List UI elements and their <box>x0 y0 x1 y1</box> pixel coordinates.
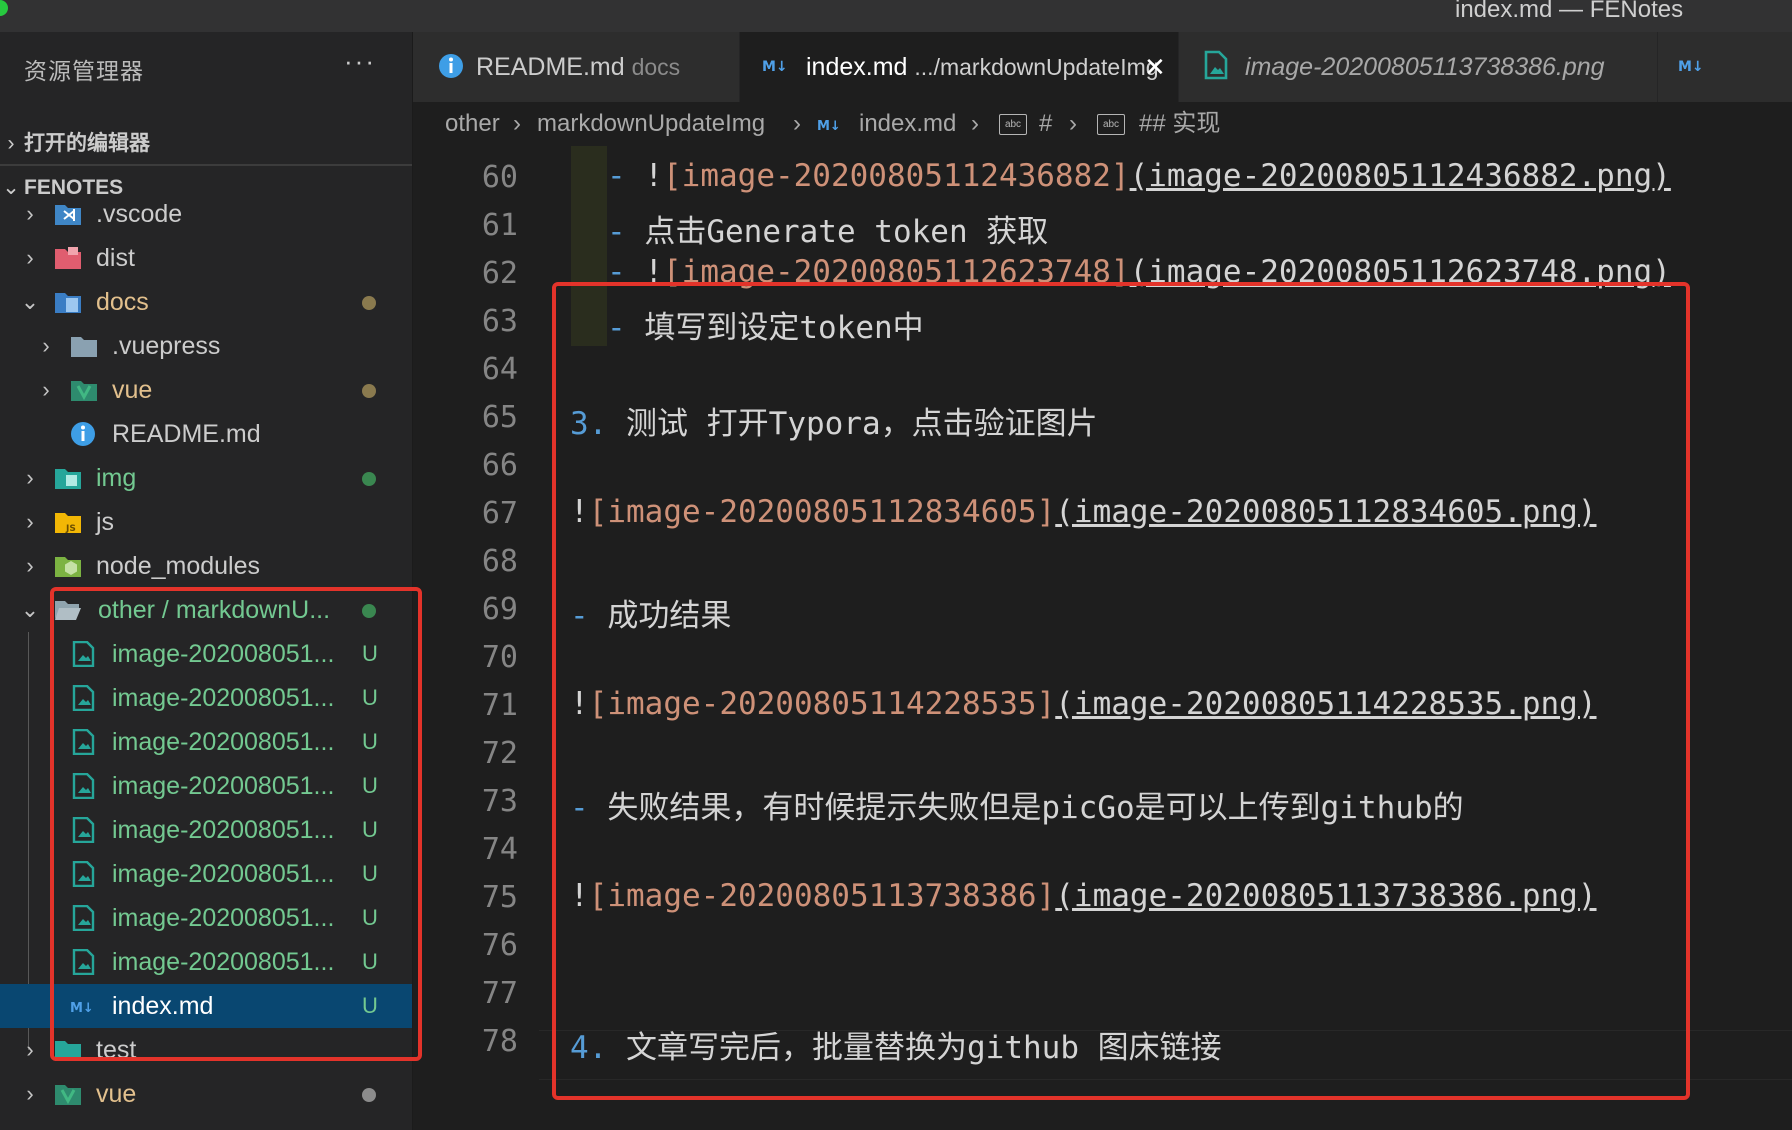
breadcrumb-file[interactable]: index.md <box>859 102 956 146</box>
chevron-right-icon: › <box>26 1037 34 1062</box>
chevron-right-icon: › <box>971 110 979 137</box>
folder-icon <box>71 337 97 357</box>
node-folder-icon <box>55 557 81 577</box>
window-title: index.md — FENotes <box>1455 0 1684 23</box>
tree-item-vue[interactable]: › vue <box>0 1072 412 1116</box>
vue-folder-icon <box>71 381 97 401</box>
line-number: 67 <box>481 496 518 531</box>
js-folder-icon: JS <box>55 513 81 534</box>
markdown-icon: M↓ <box>1678 59 1704 75</box>
line-number: 72 <box>481 736 518 771</box>
title-bar: index.md — FENotes <box>0 0 1792 32</box>
tree-item-vue-docs[interactable]: › vue <box>0 368 412 412</box>
chevron-right-icon: › <box>1069 110 1077 137</box>
tree-item-img[interactable]: › img <box>0 456 412 500</box>
annotation-box-code <box>552 282 1690 1100</box>
line-number: 73 <box>481 784 518 819</box>
chevron-right-icon: › <box>42 333 50 358</box>
info-icon <box>439 54 463 78</box>
breadcrumb-heading1[interactable]: # <box>1039 102 1052 146</box>
tab-readme[interactable]: README.md docs <box>413 32 740 102</box>
chevron-right-icon: › <box>42 377 50 402</box>
breadcrumb: other › markdownUpdateImg › M↓ index.md … <box>413 102 1792 146</box>
editor-tabs: README.md docs M↓ index.md .../markdownU… <box>413 32 1792 102</box>
code-line[interactable]: - 点击Generate token 获取 <box>607 206 1048 251</box>
image-file-icon <box>1204 50 1228 80</box>
chevron-right-icon: › <box>793 110 801 137</box>
info-icon <box>71 422 95 446</box>
line-number: 77 <box>481 976 518 1011</box>
code-line[interactable]: - ![image-20200805112436882](image-20200… <box>607 158 1671 194</box>
line-number: 71 <box>481 688 518 723</box>
tree-item-vuepress[interactable]: › .vuepress <box>0 324 412 368</box>
chevron-right-icon: › <box>26 1081 34 1106</box>
tree-item-js[interactable]: › JS js <box>0 500 412 544</box>
chevron-down-icon: ⌄ <box>20 289 40 314</box>
annotation-box-files <box>50 587 422 1061</box>
line-number: 64 <box>481 352 518 387</box>
line-number: 70 <box>481 640 518 675</box>
line-number: 63 <box>481 304 518 339</box>
svg-text:M↓: M↓ <box>1678 59 1704 75</box>
docs-folder-icon <box>55 293 81 313</box>
chevron-right-icon: › <box>7 132 15 155</box>
tree-item-vscode[interactable]: › .vscode <box>0 192 412 236</box>
svg-text:M↓: M↓ <box>762 59 788 75</box>
markdown-icon: M↓ <box>817 119 841 134</box>
symbol-string-icon: abc <box>999 114 1027 135</box>
image-folder-icon <box>55 469 81 489</box>
tab-index-md[interactable]: M↓ index.md .../markdownUpdateImg ✕ <box>740 32 1179 102</box>
svg-text:JS: JS <box>65 524 76 534</box>
tree-item-node-modules[interactable]: › node_modules <box>0 544 412 588</box>
line-number: 75 <box>481 880 518 915</box>
untracked-dot <box>362 472 376 486</box>
line-number: 68 <box>481 544 518 579</box>
more-actions-button[interactable]: ··· <box>344 46 376 77</box>
chevron-right-icon: › <box>26 509 34 534</box>
explorer-title: 资源管理器 <box>24 58 144 84</box>
tree-item-readme[interactable]: README.md <box>0 412 412 456</box>
window-close-button[interactable] <box>0 0 8 16</box>
symbol-string-icon: abc <box>1097 114 1125 135</box>
chevron-right-icon: › <box>26 245 34 270</box>
chevron-right-icon: › <box>26 553 34 578</box>
line-number: 60 <box>481 160 518 195</box>
close-tab-button[interactable]: ✕ <box>1144 32 1166 102</box>
open-editors-section[interactable]: › 打开的编辑器 <box>0 124 412 166</box>
modified-dot <box>362 384 376 398</box>
line-number: 65 <box>481 400 518 435</box>
line-number: 61 <box>481 208 518 243</box>
chevron-down-icon: ⌄ <box>20 597 40 622</box>
modified-dot <box>362 296 376 310</box>
breadcrumb-heading2[interactable]: ## 实现 <box>1139 102 1220 146</box>
vue-folder-icon <box>55 1085 81 1105</box>
svg-text:M↓: M↓ <box>817 119 841 134</box>
line-number: 78 <box>481 1024 518 1059</box>
line-number: 69 <box>481 592 518 627</box>
tab-image-png[interactable]: image-20200805113738386.png <box>1179 32 1658 102</box>
breadcrumb-folder[interactable]: markdownUpdateImg <box>537 102 765 146</box>
chevron-right-icon: › <box>26 465 34 490</box>
vscode-folder-icon <box>55 205 81 225</box>
tab-overflow[interactable]: M↓ <box>1658 32 1792 102</box>
line-number: 66 <box>481 448 518 483</box>
line-number: 76 <box>481 928 518 963</box>
tree-item-docs[interactable]: ⌄ docs <box>0 280 412 324</box>
line-number: 62 <box>481 256 518 291</box>
markdown-icon: M↓ <box>762 59 788 75</box>
dist-folder-icon <box>55 247 81 269</box>
breadcrumb-other[interactable]: other <box>445 102 500 146</box>
chevron-right-icon: › <box>26 201 34 226</box>
tree-item-dist[interactable]: › dist <box>0 236 412 280</box>
chevron-right-icon: › <box>513 110 521 137</box>
modified-dot <box>362 1088 376 1102</box>
line-number: 74 <box>481 832 518 867</box>
